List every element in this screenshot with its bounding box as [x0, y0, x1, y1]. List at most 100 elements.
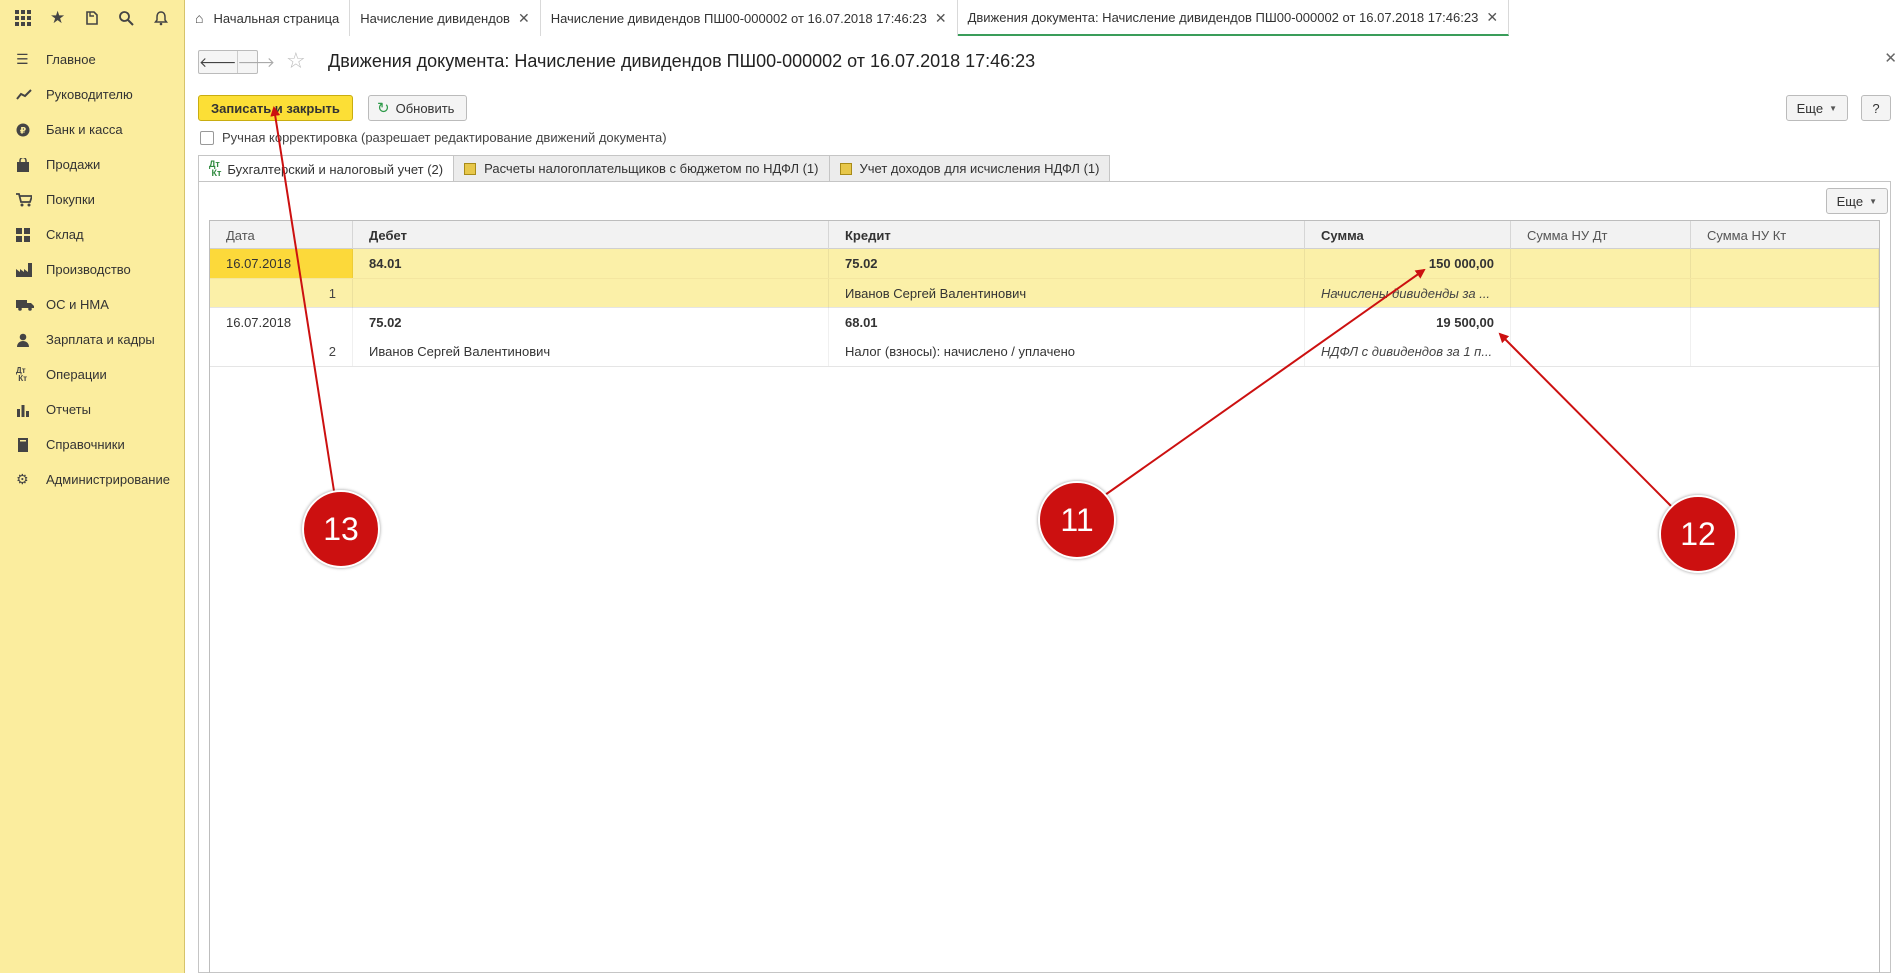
- sidebar-item-label: Производство: [46, 262, 131, 277]
- close-icon[interactable]: ✕: [1486, 9, 1498, 26]
- sidebar-item-label: ОС и НМА: [46, 297, 109, 312]
- tab-label: Учет доходов для исчисления НДФЛ (1): [859, 161, 1100, 176]
- sidebar-item-catalogs[interactable]: Справочники: [0, 427, 184, 462]
- cell-date: 16.07.2018: [210, 249, 353, 278]
- cell-sum-nu-kt: [1691, 279, 1879, 308]
- tab-home[interactable]: ⌂ Начальная страница: [185, 0, 351, 36]
- sidebar-item-fixed-assets[interactable]: ОС и НМА: [0, 287, 184, 322]
- column-header-sum[interactable]: Сумма: [1305, 221, 1511, 249]
- tab-label: Бухгалтерский и налоговый учет (2): [227, 161, 444, 177]
- manual-correction-row: Ручная корректировка (разрешает редактир…: [200, 130, 667, 145]
- sidebar-item-salary[interactable]: Зарплата и кадры: [0, 322, 184, 357]
- manual-correction-label[interactable]: Ручная корректировка (разрешает редактир…: [222, 130, 667, 145]
- ruble-coin-icon: ₽: [16, 123, 46, 137]
- tab-label: Расчеты налогоплательщиков с бюджетом по…: [484, 161, 819, 176]
- sidebar-item-bank[interactable]: ₽ Банк и касса: [0, 112, 184, 147]
- sidebar-item-label: Администрирование: [46, 472, 170, 487]
- register-icon: [464, 162, 477, 175]
- refresh-button[interactable]: ↻ Обновить: [368, 95, 468, 121]
- sidebar-item-label: Банк и касса: [46, 122, 123, 137]
- cell-credit-subconto: Иванов Сергей Валентинович: [829, 279, 1305, 308]
- history-nav: 🡐 🡒: [198, 50, 275, 74]
- shopping-bag-icon: [16, 157, 46, 172]
- column-header-credit[interactable]: Кредит: [829, 221, 1305, 249]
- cell-sum-nu-kt: [1691, 337, 1879, 366]
- forward-arrow-icon[interactable]: 🡒: [236, 51, 275, 73]
- tab-dividends-list[interactable]: Начисление дивидендов ✕: [350, 0, 541, 36]
- callout-badge-11: 11: [1038, 481, 1116, 559]
- callout-badge-12: 12: [1659, 495, 1737, 573]
- tab-ndfl-budget[interactable]: Расчеты налогоплательщиков с бюджетом по…: [453, 155, 830, 181]
- factory-icon: [16, 262, 46, 277]
- cell-credit: 68.01: [829, 308, 1305, 337]
- sidebar-item-label: Руководителю: [46, 87, 133, 102]
- sidebar-item-production[interactable]: Производство: [0, 252, 184, 287]
- callout-badge-13: 13: [302, 490, 380, 568]
- sidebar-item-label: Зарплата и кадры: [46, 332, 155, 347]
- trend-icon: [16, 88, 46, 101]
- cell-sum: 19 500,00: [1305, 308, 1511, 337]
- cell-debit: 84.01: [353, 249, 829, 278]
- grid-more-button[interactable]: Еще ▼: [1825, 188, 1888, 214]
- close-icon[interactable]: ✕: [518, 10, 530, 27]
- manual-correction-checkbox[interactable]: [200, 130, 214, 145]
- tab-ndfl-income[interactable]: Учет доходов для исчисления НДФЛ (1): [828, 155, 1111, 181]
- help-button[interactable]: ?: [1861, 95, 1891, 121]
- top-bar: ★ ⌂ Начальная страница Начисление дивиде…: [0, 0, 1903, 36]
- column-header-debit[interactable]: Дебет: [353, 221, 829, 249]
- cell-debit-subconto: Иванов Сергей Валентинович: [353, 337, 829, 366]
- sidebar-item-label: Продажи: [46, 157, 101, 172]
- dt-kt-icon: Дт Кт: [16, 365, 28, 383]
- tab-label: Движения документа: Начисление дивидендо…: [967, 9, 1479, 25]
- table-header: Дата Дебет Кредит Сумма Сумма НУ Дт Сумм…: [210, 221, 1879, 249]
- sidebar-item-manager[interactable]: Руководителю: [0, 77, 184, 112]
- apps-grid-icon[interactable]: [10, 5, 36, 31]
- more-button[interactable]: Еще ▼: [1785, 95, 1848, 121]
- history-icon[interactable]: [79, 5, 105, 31]
- app-window: ★ ⌂ Начальная страница Начисление дивиде…: [0, 0, 1903, 973]
- tab-accounting-tax[interactable]: Дт Кт Бухгалтерский и налоговый учет (2): [198, 155, 455, 182]
- home-icon: ⌂: [195, 10, 204, 26]
- bar-chart-icon: [16, 403, 46, 417]
- sidebar-item-label: Главное: [46, 52, 96, 67]
- table-row[interactable]: 16.07.2018 75.02 68.01 19 500,00 2 Ивано…: [210, 308, 1879, 367]
- register-icon: [839, 162, 852, 175]
- more-label: Еще: [1796, 100, 1824, 116]
- tab-dividends-document[interactable]: Начисление дивидендов ПШ00-000002 от 16.…: [540, 0, 958, 36]
- sidebar-item-label: Покупки: [46, 192, 95, 207]
- star-icon[interactable]: ★: [45, 5, 71, 31]
- save-and-close-button[interactable]: Записать и закрыть: [198, 95, 353, 121]
- column-header-date[interactable]: Дата: [210, 221, 353, 249]
- close-icon[interactable]: ✕: [935, 10, 947, 27]
- favorite-star-icon[interactable]: ☆: [286, 48, 306, 74]
- sidebar-item-operations[interactable]: Дт Кт Операции: [0, 357, 184, 392]
- chevron-down-icon: ▼: [1869, 196, 1877, 206]
- table-row[interactable]: 16.07.2018 84.01 75.02 150 000,00 1 Иван…: [210, 249, 1879, 308]
- tab-label: Начальная страница: [213, 10, 340, 26]
- refresh-label: Обновить: [395, 100, 455, 116]
- gear-icon: ⚙: [16, 471, 29, 487]
- cell-debit-subconto: [353, 279, 829, 308]
- sidebar-item-purchases[interactable]: Покупки: [0, 182, 184, 217]
- cell-sum-nu-dt: [1511, 249, 1691, 278]
- column-header-sum-nu-kt[interactable]: Сумма НУ Кт: [1691, 221, 1879, 249]
- tab-document-movements[interactable]: Движения документа: Начисление дивидендо…: [957, 0, 1510, 36]
- sidebar-item-sales[interactable]: Продажи: [0, 147, 184, 182]
- tab-panel: Еще ▼ Дата Дебет Кредит Сумма Сумма НУ Д…: [198, 181, 1891, 973]
- cart-icon: [16, 192, 46, 207]
- tab-label: Начисление дивидендов ПШ00-000002 от 16.…: [550, 10, 927, 26]
- search-icon[interactable]: [113, 5, 139, 31]
- close-icon[interactable]: ✕: [1884, 49, 1897, 67]
- sidebar-item-reports[interactable]: Отчеты: [0, 392, 184, 427]
- sidebar-item-main[interactable]: ☰ Главное: [0, 42, 184, 77]
- sidebar-item-warehouse[interactable]: Склад: [0, 217, 184, 252]
- sidebar-item-administration[interactable]: ⚙ Администрирование: [0, 462, 184, 497]
- warehouse-icon: [16, 227, 46, 242]
- book-icon: [16, 437, 46, 452]
- dt-kt-icon: Дт Кт: [209, 159, 222, 178]
- column-header-sum-nu-dt[interactable]: Сумма НУ Дт: [1511, 221, 1691, 249]
- bell-icon[interactable]: [148, 5, 174, 31]
- sidebar-item-label: Справочники: [46, 437, 125, 452]
- more-label: Еще: [1836, 193, 1864, 209]
- back-arrow-icon[interactable]: 🡐: [199, 51, 237, 73]
